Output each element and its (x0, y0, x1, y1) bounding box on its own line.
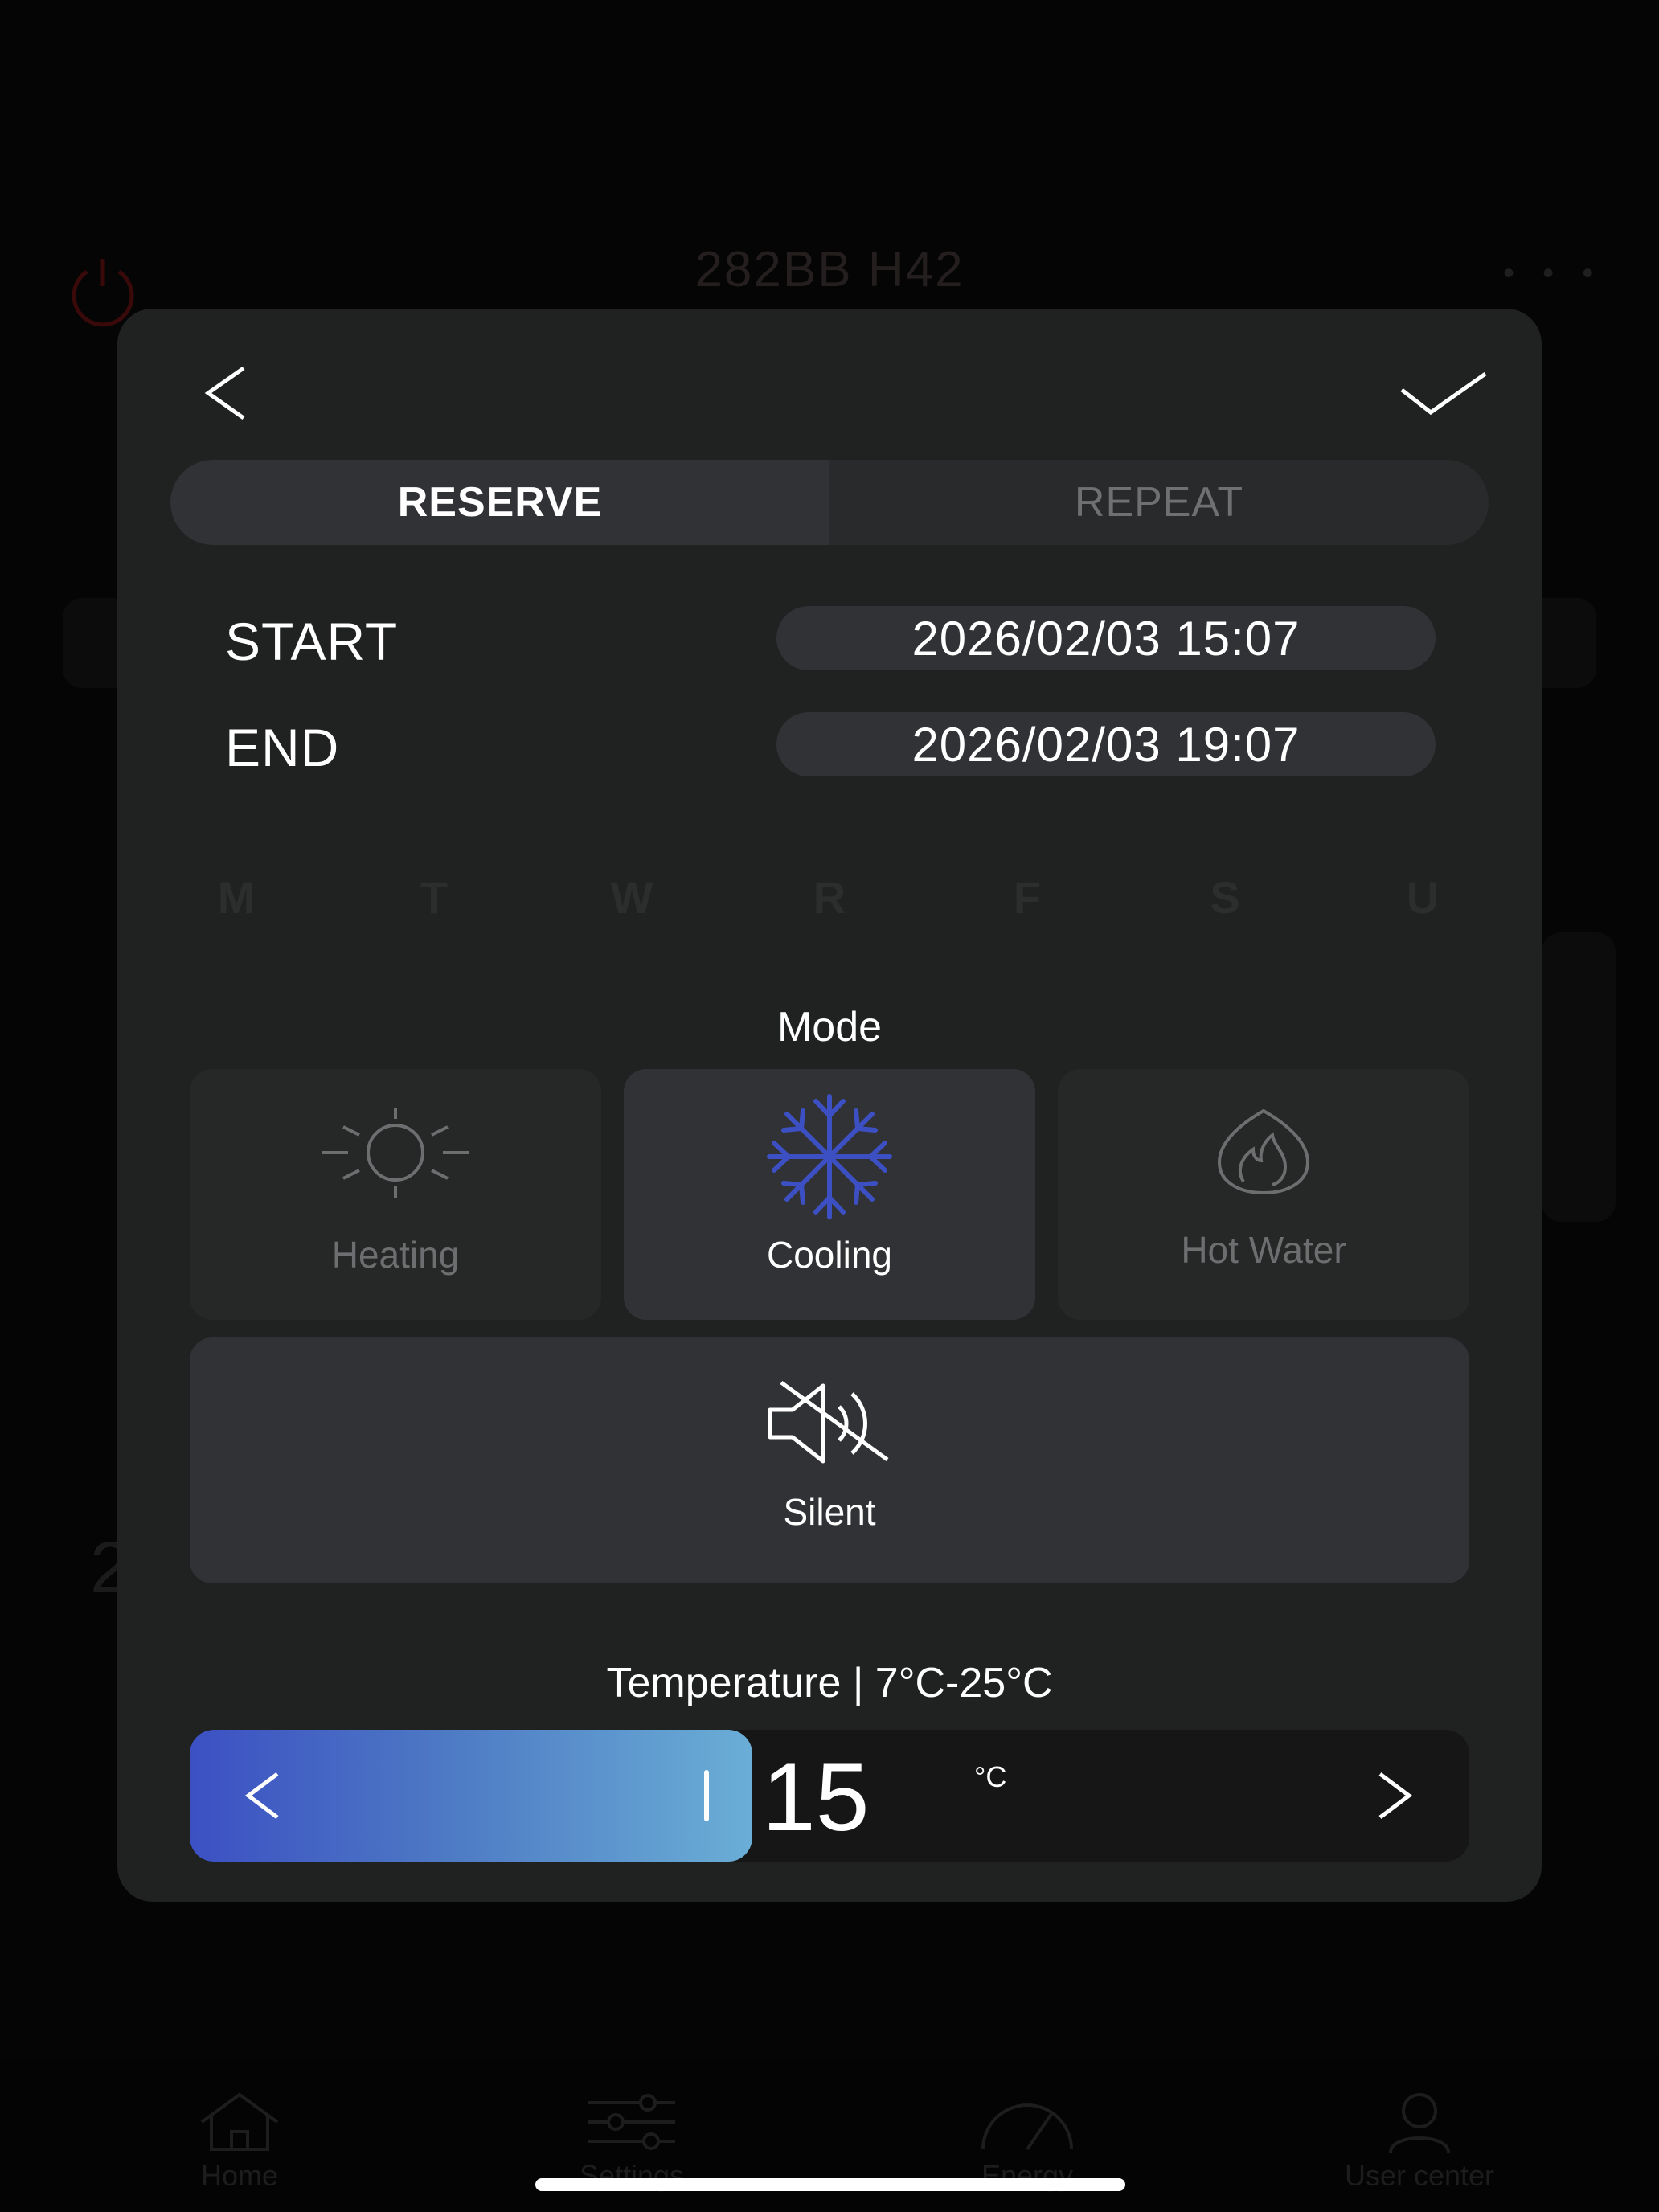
more-icon: • • • (1503, 256, 1604, 291)
silent-label: Silent (783, 1491, 876, 1533)
snowflake-icon (767, 1094, 892, 1219)
checkmark-icon (1400, 371, 1487, 416)
schedule-modal: RESERVE REPEAT START 2026/02/03 15:07 EN… (117, 309, 1542, 1902)
temperature-title: Temperature | 7°C-25°C (606, 1660, 1053, 1706)
temperature-slider[interactable]: 15 °C (190, 1730, 1469, 1862)
weekday-wednesday[interactable]: W (592, 871, 672, 924)
end-label: END (225, 718, 340, 777)
weekday-monday[interactable]: M (196, 871, 276, 924)
weekday-friday[interactable]: F (987, 871, 1067, 924)
mode-label: Cooling (767, 1234, 892, 1276)
decrease-temperature-button[interactable] (222, 1755, 302, 1836)
start-time-field[interactable]: 2026/02/03 15:07 (776, 606, 1436, 670)
device-title: 282BB H42 (694, 242, 965, 297)
mode-cooling[interactable]: Cooling (624, 1069, 1035, 1320)
chevron-left-icon (204, 366, 245, 420)
flame-icon (1217, 1108, 1310, 1195)
end-time-field[interactable]: 2026/02/03 19:07 (776, 712, 1436, 776)
back-button[interactable] (182, 349, 270, 437)
temperature-unit: °C (974, 1760, 1007, 1793)
mode-title: Mode (776, 1004, 883, 1051)
mode-hot-water[interactable]: Hot Water (1058, 1069, 1469, 1320)
weekday-tuesday[interactable]: T (394, 871, 474, 924)
tab-reserve[interactable]: RESERVE (170, 460, 830, 545)
mode-label: Heating (331, 1234, 460, 1276)
temperature-value: 15 (762, 1743, 870, 1851)
background-card (1542, 932, 1616, 1222)
slider-handle[interactable] (704, 1770, 709, 1821)
speaker-muted-icon (768, 1380, 889, 1464)
sun-icon (322, 1108, 469, 1198)
tab-label: User center (1344, 2159, 1495, 2192)
silent-toggle[interactable]: Silent (190, 1337, 1469, 1583)
chevron-right-icon (1378, 1772, 1413, 1819)
weekday-selector: M T W R F S U (117, 871, 1542, 936)
energy-gauge-icon (981, 2103, 1073, 2151)
confirm-button[interactable] (1387, 349, 1500, 437)
weekday-saturday[interactable]: S (1185, 871, 1265, 924)
weekday-sunday[interactable]: U (1382, 871, 1463, 924)
start-label: START (225, 612, 399, 671)
home-icon (200, 2092, 279, 2151)
increase-temperature-button[interactable] (1355, 1755, 1436, 1836)
mode-label: Hot Water (1181, 1229, 1346, 1271)
tab-label: Home (200, 2159, 279, 2192)
sliders-icon (588, 2094, 675, 2150)
tab-energy[interactable]: Energy (907, 2090, 1148, 2193)
tab-settings[interactable]: Settings (511, 2090, 752, 2193)
schedule-type-toggle: RESERVE REPEAT (170, 460, 1489, 545)
tab-home[interactable]: Home (119, 2090, 360, 2193)
user-icon (1389, 2093, 1450, 2153)
weekday-thursday[interactable]: R (789, 871, 870, 924)
chevron-left-icon (244, 1772, 279, 1819)
home-indicator[interactable] (535, 2178, 1125, 2191)
mode-heating[interactable]: Heating (190, 1069, 601, 1320)
tab-user-center[interactable]: User center (1299, 2090, 1540, 2193)
tab-repeat[interactable]: REPEAT (830, 460, 1489, 545)
